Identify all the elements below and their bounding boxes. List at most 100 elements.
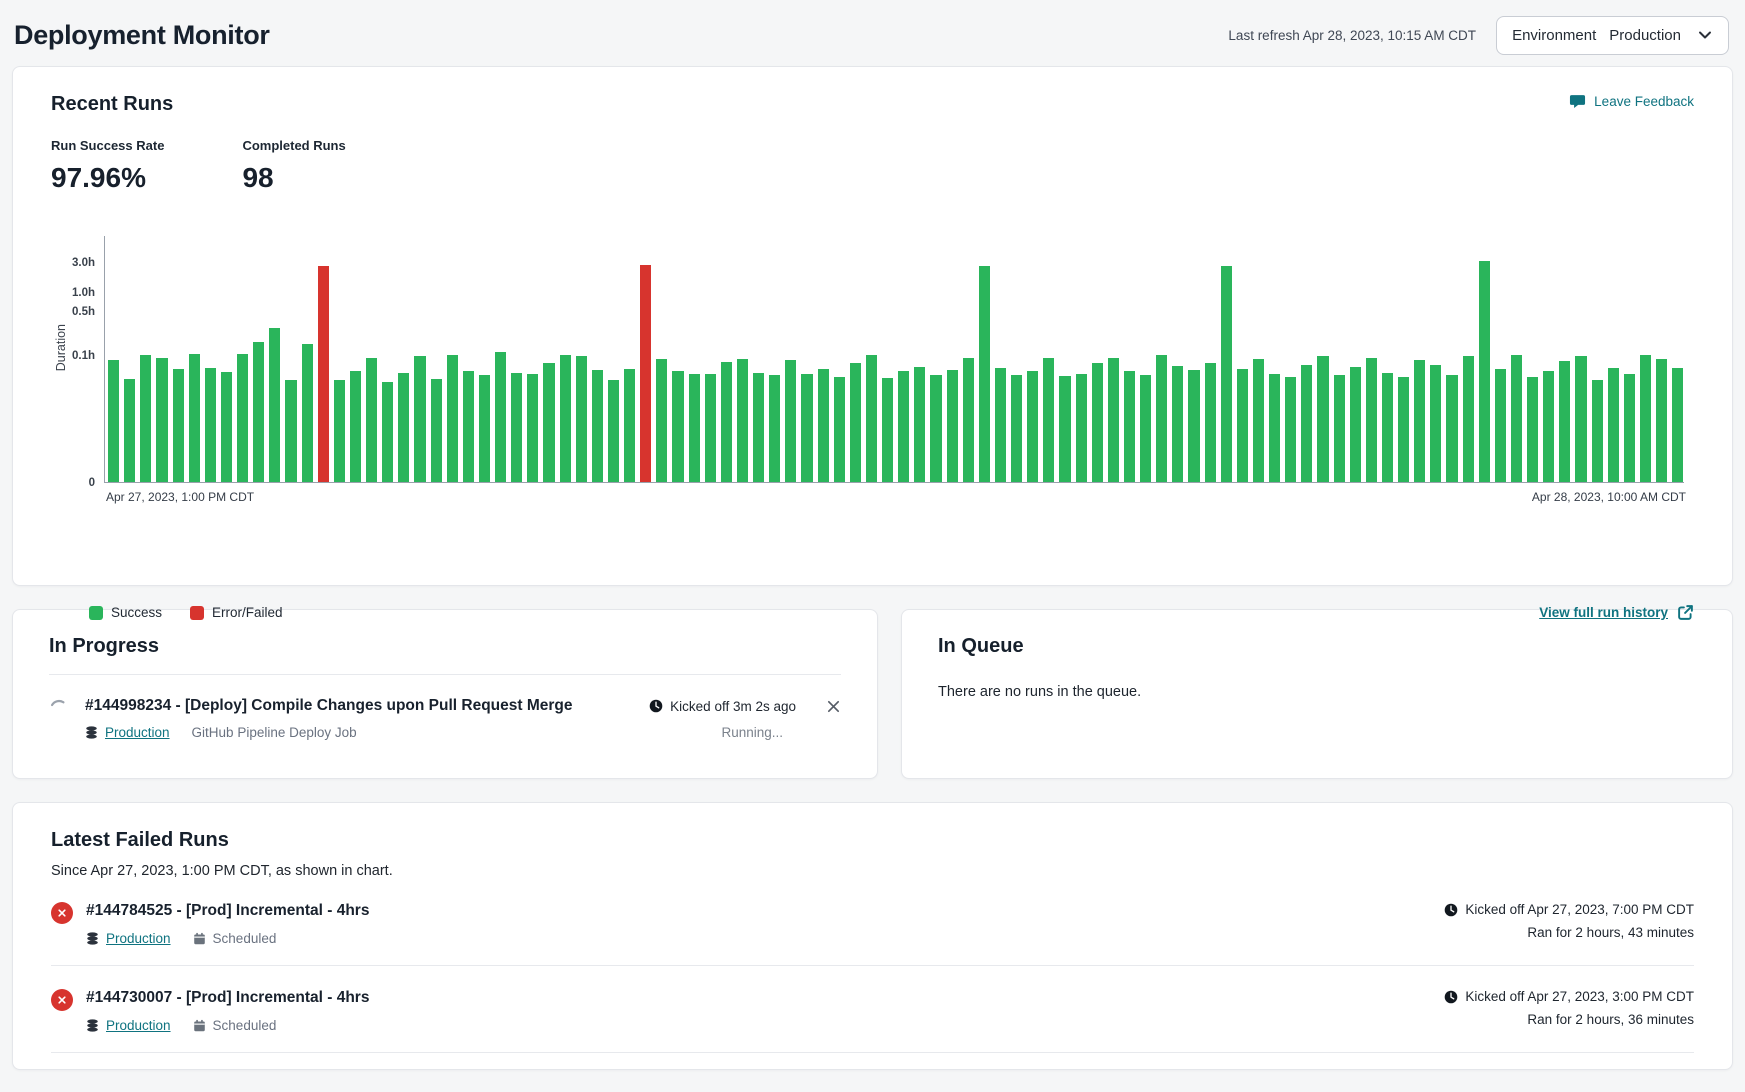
chart-bar-success[interactable]: [656, 359, 667, 482]
chart-bar-success[interactable]: [1059, 376, 1070, 482]
chart-bar-success[interactable]: [511, 373, 522, 482]
chart-bar-success[interactable]: [672, 371, 683, 482]
chart-bar-success[interactable]: [947, 370, 958, 482]
chart-bar-success[interactable]: [1285, 377, 1296, 482]
chart-bar-success[interactable]: [189, 354, 200, 482]
chart-bar-failed[interactable]: [640, 265, 651, 482]
chart-bar-success[interactable]: [108, 360, 119, 482]
chart-bar-success[interactable]: [1301, 365, 1312, 482]
chart-bar-success[interactable]: [447, 355, 458, 482]
environment-link[interactable]: Production: [106, 1018, 171, 1033]
chart-bar-success[interactable]: [269, 328, 280, 482]
environment-dropdown[interactable]: Environment Production: [1496, 16, 1729, 55]
chart-bar-success[interactable]: [560, 355, 571, 482]
chart-bar-success[interactable]: [1027, 371, 1038, 482]
chart-bar-success[interactable]: [285, 380, 296, 482]
chart-bar-success[interactable]: [398, 373, 409, 482]
failed-run-title[interactable]: #144730007 - [Prod] Incremental - 4hrs: [86, 989, 1444, 1007]
chart-bar-success[interactable]: [1575, 356, 1586, 482]
chart-bar-success[interactable]: [253, 342, 264, 482]
chart-bar-success[interactable]: [785, 360, 796, 482]
chart-bar-success[interactable]: [1527, 377, 1538, 482]
chart-bar-success[interactable]: [1011, 375, 1022, 482]
chart-bar-success[interactable]: [1092, 363, 1103, 482]
chart-bar-success[interactable]: [624, 369, 635, 482]
failed-run-title[interactable]: #144784525 - [Prod] Incremental - 4hrs: [86, 902, 1444, 920]
chart-bar-success[interactable]: [963, 358, 974, 482]
chart-bar-success[interactable]: [1076, 374, 1087, 482]
chart-bar-success[interactable]: [914, 367, 925, 482]
chart-bar-success[interactable]: [221, 372, 232, 482]
chart-bar-failed[interactable]: [318, 266, 329, 482]
chart-bar-success[interactable]: [1172, 366, 1183, 482]
chart-bar-success[interactable]: [156, 358, 167, 482]
chart-bar-success[interactable]: [1366, 358, 1377, 482]
chart-bar-success[interactable]: [527, 374, 538, 482]
chart-bar-success[interactable]: [1592, 380, 1603, 482]
chart-bar-success[interactable]: [414, 356, 425, 482]
chart-bar-success[interactable]: [737, 359, 748, 483]
chart-bar-success[interactable]: [140, 355, 151, 482]
close-icon[interactable]: [826, 699, 841, 714]
leave-feedback-link[interactable]: Leave Feedback: [1569, 93, 1694, 110]
chart-bar-success[interactable]: [1269, 374, 1280, 482]
chart-bar-success[interactable]: [366, 358, 377, 482]
chart-bar-success[interactable]: [995, 368, 1006, 482]
chart-bar-success[interactable]: [1205, 363, 1216, 482]
chart-bar-success[interactable]: [495, 352, 506, 482]
chart-bar-success[interactable]: [1430, 365, 1441, 482]
chart-bar-success[interactable]: [882, 378, 893, 483]
chart-bar-success[interactable]: [1479, 261, 1490, 482]
chart-bar-success[interactable]: [818, 369, 829, 482]
chart-bar-success[interactable]: [866, 355, 877, 482]
chart-bar-success[interactable]: [1253, 359, 1264, 482]
chart-bar-success[interactable]: [1140, 375, 1151, 482]
chart-bar-success[interactable]: [979, 266, 990, 482]
chart-bar-success[interactable]: [1317, 356, 1328, 482]
chart-bar-success[interactable]: [1608, 368, 1619, 482]
chart-bar-success[interactable]: [302, 344, 313, 482]
view-full-run-history-link[interactable]: View full run history: [1539, 604, 1694, 621]
chart-bar-success[interactable]: [592, 370, 603, 482]
chart-bar-success[interactable]: [205, 368, 216, 482]
chart-bar-success[interactable]: [1656, 359, 1667, 482]
environment-link[interactable]: Production: [106, 931, 171, 946]
chart-bar-success[interactable]: [769, 375, 780, 482]
chart-bar-success[interactable]: [1350, 367, 1361, 482]
chart-bar-success[interactable]: [1382, 373, 1393, 482]
chart-bar-success[interactable]: [1156, 355, 1167, 482]
chart-bar-success[interactable]: [350, 371, 361, 482]
chart-bar-success[interactable]: [1446, 375, 1457, 482]
chart-bar-success[interactable]: [382, 382, 393, 483]
chart-bar-success[interactable]: [463, 371, 474, 482]
chart-bar-success[interactable]: [898, 371, 909, 482]
chart-bar-success[interactable]: [1640, 355, 1651, 482]
chart-bar-success[interactable]: [1495, 369, 1506, 482]
chart-bar-success[interactable]: [1237, 369, 1248, 482]
chart-bar-success[interactable]: [1543, 371, 1554, 482]
chart-bar-success[interactable]: [850, 363, 861, 482]
chart-bar-success[interactable]: [753, 373, 764, 482]
chart-bar-success[interactable]: [1624, 374, 1635, 482]
chart-bar-success[interactable]: [1414, 360, 1425, 482]
chart-bar-success[interactable]: [1043, 358, 1054, 482]
chart-bar-success[interactable]: [1511, 355, 1522, 482]
chart-bar-success[interactable]: [1672, 368, 1683, 482]
chart-bar-success[interactable]: [1188, 370, 1199, 482]
chart-bar-success[interactable]: [1334, 375, 1345, 482]
chart-bar-success[interactable]: [576, 356, 587, 482]
chart-bar-success[interactable]: [801, 374, 812, 482]
chart-bar-success[interactable]: [124, 379, 135, 482]
chart-bar-success[interactable]: [334, 380, 345, 482]
chart-bar-success[interactable]: [705, 374, 716, 482]
environment-link[interactable]: Production: [105, 725, 170, 740]
chart-bar-success[interactable]: [721, 362, 732, 482]
chart-bar-success[interactable]: [431, 379, 442, 482]
chart-bar-success[interactable]: [1463, 356, 1474, 482]
chart-bar-success[interactable]: [173, 369, 184, 482]
chart-bar-success[interactable]: [834, 377, 845, 482]
chart-bar-success[interactable]: [689, 374, 700, 482]
chart-bar-success[interactable]: [930, 375, 941, 482]
chart-bar-success[interactable]: [1559, 361, 1570, 482]
chart-bar-success[interactable]: [1108, 358, 1119, 482]
